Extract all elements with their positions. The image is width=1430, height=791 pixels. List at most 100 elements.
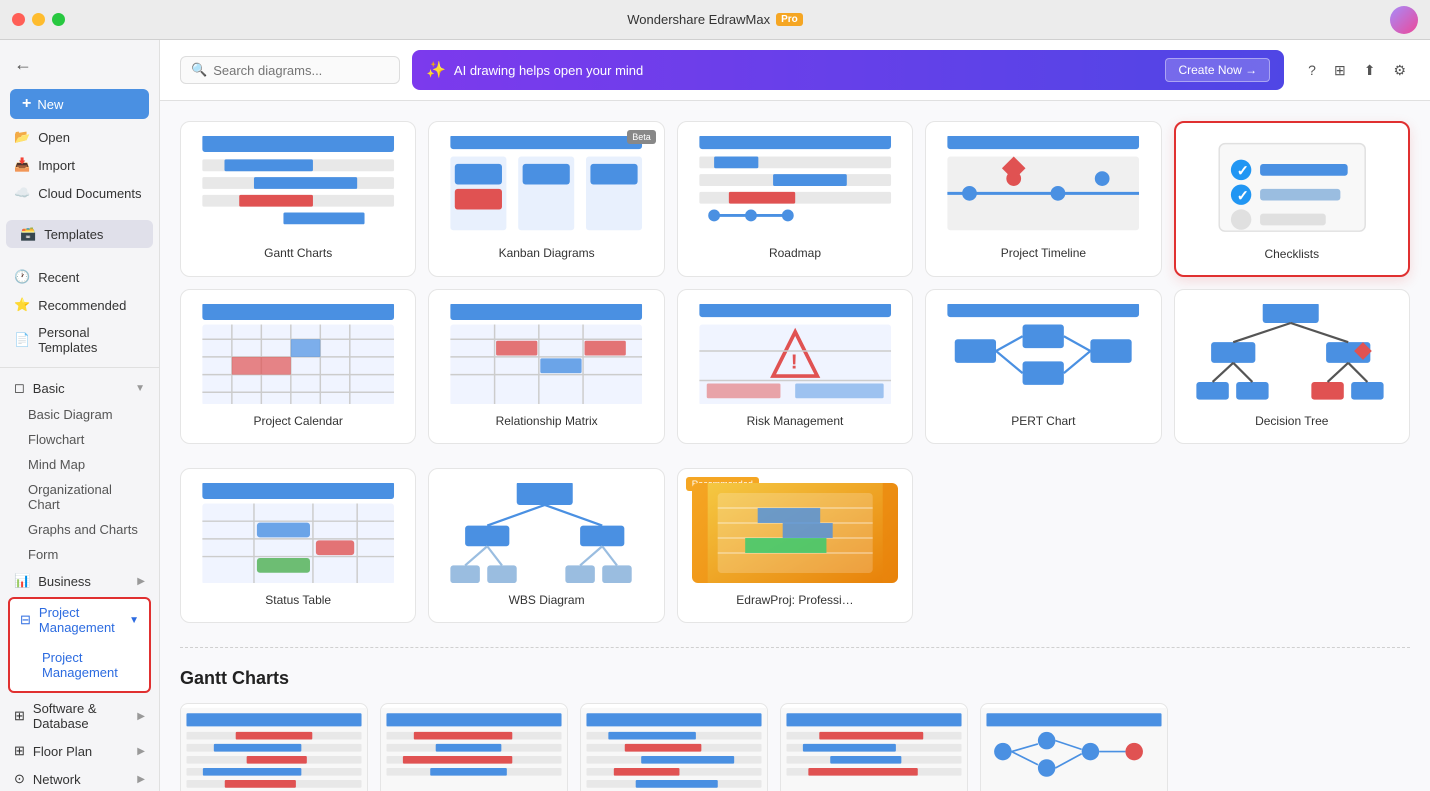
network-chevron: ▶ <box>137 774 145 785</box>
sidebar-item-import[interactable]: 📥 Import <box>0 151 159 179</box>
sidebar-item-recommended[interactable]: ⭐ Recommended <box>0 291 159 319</box>
sidebar-sub-mind-map[interactable]: Mind Map <box>0 452 159 477</box>
gantt-thumb-5[interactable] <box>980 703 1168 791</box>
card-decision-tree[interactable]: Decision Tree <box>1174 289 1410 444</box>
top-bar: 🔍 ✨ AI drawing helps open your mind Crea… <box>160 40 1430 101</box>
titlebar: Wondershare EdrawMax Pro <box>0 0 1430 40</box>
pm-chevron: ▼ <box>129 615 139 626</box>
card-risk-management-img: ! <box>692 304 898 404</box>
main-content: 🔍 ✨ AI drawing helps open your mind Crea… <box>160 40 1430 791</box>
gantt-thumb-3[interactable] <box>580 703 768 791</box>
personal-templates-icon: 📄 <box>14 332 30 348</box>
help-button[interactable]: ? <box>1304 58 1320 82</box>
app-title: Wondershare EdrawMax Pro <box>627 12 803 27</box>
card-roadmap-label: Roadmap <box>769 246 821 260</box>
sidebar-sub-org-chart[interactable]: Organizational Chart <box>0 477 159 517</box>
sidebar-item-business[interactable]: 📊 Business ▶ <box>0 567 159 595</box>
basic-chevron: ▼ <box>135 383 145 394</box>
sidebar-item-recent[interactable]: 🕐 Recent <box>0 263 159 291</box>
sidebar-item-network[interactable]: ⊙ Network ▶ <box>0 765 159 791</box>
create-now-button[interactable]: Create Now → <box>1165 58 1270 82</box>
beta-badge: Beta <box>627 130 656 144</box>
card-kanban-img <box>443 136 649 236</box>
settings-button[interactable]: ⚙ <box>1389 58 1410 83</box>
card-checklists-label: Checklists <box>1264 247 1319 261</box>
new-button[interactable]: + New <box>10 89 149 119</box>
close-button[interactable] <box>12 13 25 26</box>
sidebar-item-software-db[interactable]: ⊞ Software & Database ▶ <box>0 695 159 737</box>
card-project-calendar-label: Project Calendar <box>254 414 343 428</box>
network-icon: ⊙ <box>14 771 25 787</box>
pro-badge: Pro <box>776 13 803 26</box>
card-project-timeline[interactable]: Project Timeline <box>925 121 1161 277</box>
window-controls <box>12 13 65 26</box>
sidebar-sub-project-management[interactable]: Project Management <box>10 645 149 685</box>
recent-icon: 🕐 <box>14 269 30 285</box>
card-project-calendar[interactable]: Project Calendar <box>180 289 416 444</box>
gantt-thumb-2[interactable] <box>380 703 568 791</box>
back-icon: ← <box>14 54 32 75</box>
avatar[interactable] <box>1390 6 1418 34</box>
sidebar-item-project-management[interactable]: ⊟ Project Management ▼ Project Managemen… <box>8 597 151 693</box>
sidebar-item-floor-plan[interactable]: ⊞ Floor Plan ▶ <box>0 737 159 765</box>
card-checklists-img: ✓ ✓ <box>1190 137 1394 237</box>
card-wbs-diagram[interactable]: WBS Diagram <box>428 468 664 623</box>
card-risk-management-label: Risk Management <box>747 414 844 428</box>
card-project-calendar-img <box>195 304 401 404</box>
svg-text:✓: ✓ <box>1236 163 1248 179</box>
card-wbs-diagram-img <box>443 483 649 583</box>
sidebar-sub-flowchart[interactable]: Flowchart <box>0 427 159 452</box>
card-gantt-charts[interactable]: Gantt Charts <box>180 121 416 277</box>
share-button[interactable]: ⬆ <box>1360 58 1380 83</box>
sidebar-item-personal-templates[interactable]: 📄 Personal Templates <box>0 319 159 361</box>
card-relationship-matrix-label: Relationship Matrix <box>496 414 598 428</box>
card-pert-chart[interactable]: PERT Chart <box>925 289 1161 444</box>
sidebar-item-basic[interactable]: ◻ Basic ▼ <box>0 374 159 402</box>
card-project-timeline-label: Project Timeline <box>1001 246 1086 260</box>
card-status-table[interactable]: Status Table <box>180 468 416 623</box>
pm-icon: ⊟ <box>20 612 31 628</box>
grid-button[interactable]: ⊞ <box>1330 58 1350 83</box>
card-roadmap-img <box>692 136 898 236</box>
business-chevron: ▶ <box>137 576 145 587</box>
top-right-icons: ? ⊞ ⬆ ⚙ <box>1304 58 1410 83</box>
back-button[interactable]: ← <box>0 48 159 81</box>
search-box[interactable]: 🔍 <box>180 56 400 84</box>
sidebar-item-templates[interactable]: 🗃️ Templates <box>6 220 153 248</box>
section-divider <box>180 647 1410 648</box>
minimize-button[interactable] <box>32 13 45 26</box>
card-pert-chart-img <box>940 304 1146 404</box>
card-edrawproj-label: EdrawProj: Professi… <box>736 593 853 607</box>
card-edrawproj[interactable]: Recommended <box>677 468 913 623</box>
gantt-thumb-4[interactable] <box>780 703 968 791</box>
maximize-button[interactable] <box>52 13 65 26</box>
sidebar-item-open[interactable]: 📂 Open <box>0 123 159 151</box>
template-grid: Gantt Charts Beta <box>180 121 1410 444</box>
card-status-table-img <box>195 483 401 583</box>
titlebar-actions <box>1390 6 1418 34</box>
sidebar-item-cloud[interactable]: ☁️ Cloud Documents <box>0 179 159 207</box>
card-edrawproj-img <box>692 483 898 583</box>
card-risk-management[interactable]: ! Risk Management <box>677 289 913 444</box>
card-roadmap[interactable]: Roadmap <box>677 121 913 277</box>
business-icon: 📊 <box>14 573 30 589</box>
card-wbs-diagram-label: WBS Diagram <box>509 593 585 607</box>
import-icon: 📥 <box>14 157 30 173</box>
card-gantt-img <box>195 136 401 236</box>
card-relationship-matrix[interactable]: Relationship Matrix <box>428 289 664 444</box>
sidebar-sub-form[interactable]: Form <box>0 542 159 567</box>
sidebar-sub-graphs[interactable]: Graphs and Charts <box>0 517 159 542</box>
card-kanban[interactable]: Beta Kanban Diagrams <box>428 121 664 277</box>
sidebar-sub-basic-diagram[interactable]: Basic Diagram <box>0 402 159 427</box>
ai-banner: ✨ AI drawing helps open your mind Create… <box>412 50 1284 90</box>
sidebar: ← + New 📂 Open 📥 Import ☁️ Cloud Documen… <box>0 40 160 791</box>
svg-text:!: ! <box>791 351 798 374</box>
card-project-timeline-img <box>940 136 1146 236</box>
gantt-thumb-1[interactable] <box>180 703 368 791</box>
card-gantt-label: Gantt Charts <box>264 246 332 260</box>
card-decision-tree-img <box>1189 304 1395 404</box>
search-input[interactable] <box>213 63 373 78</box>
software-chevron: ▶ <box>137 711 145 722</box>
floor-plan-icon: ⊞ <box>14 743 25 759</box>
card-checklists[interactable]: ✓ ✓ Checklists <box>1174 121 1410 277</box>
